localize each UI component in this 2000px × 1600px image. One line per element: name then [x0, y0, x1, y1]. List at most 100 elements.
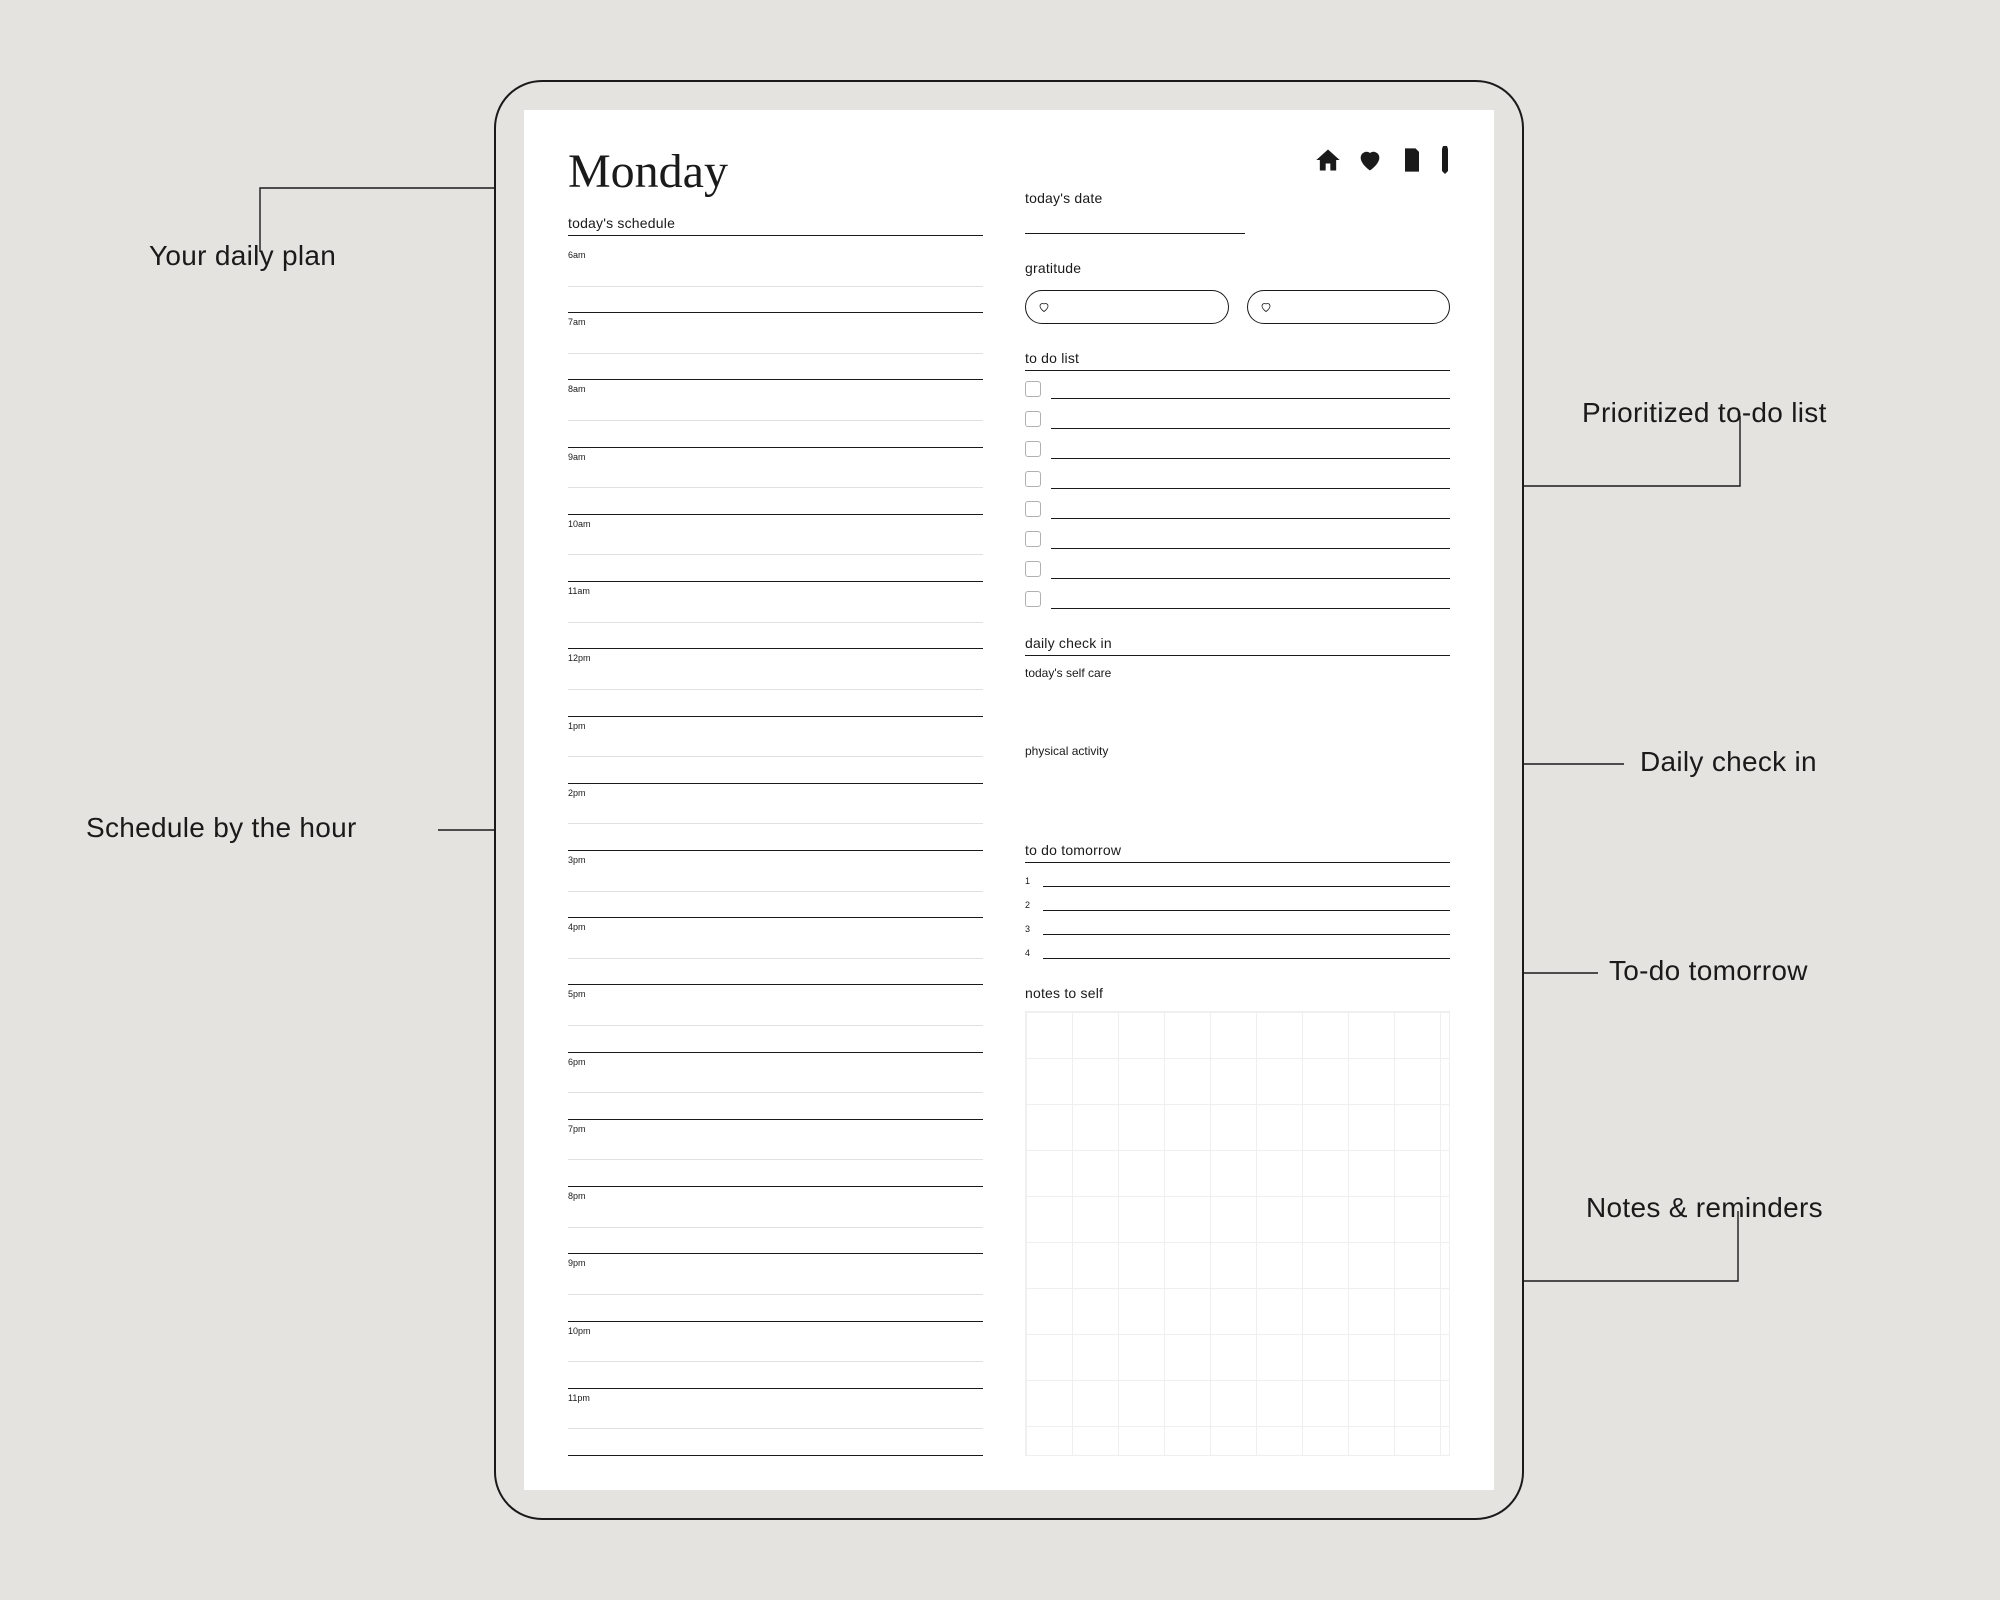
- left-column: Monday today's schedule 6am 7am 8am 9am 10am…: [568, 144, 983, 1456]
- hour-row[interactable]: 9pm: [568, 1254, 983, 1321]
- todo-item[interactable]: [1025, 471, 1450, 489]
- tomorrow-item[interactable]: 2: [1025, 899, 1450, 911]
- tomorrow-num: 1: [1025, 876, 1035, 886]
- tomorrow-line[interactable]: [1043, 947, 1450, 959]
- hour-label: 5pm: [568, 989, 983, 999]
- todo-line[interactable]: [1051, 505, 1450, 519]
- tomorrow-num: 2: [1025, 900, 1035, 910]
- todo-item[interactable]: [1025, 501, 1450, 519]
- hour-row[interactable]: 10am: [568, 515, 983, 582]
- todo-item[interactable]: [1025, 381, 1450, 399]
- hour-row[interactable]: 1pm: [568, 717, 983, 784]
- hour-label: 2pm: [568, 788, 983, 798]
- notes-grid[interactable]: [1025, 1011, 1450, 1456]
- physical-field[interactable]: [1025, 758, 1450, 816]
- gratitude-field-2[interactable]: [1247, 290, 1451, 324]
- hour-row[interactable]: 2pm: [568, 784, 983, 851]
- todo-checkbox[interactable]: [1025, 531, 1041, 547]
- todo-line[interactable]: [1051, 595, 1450, 609]
- tomorrow-line[interactable]: [1043, 875, 1450, 887]
- hour-row[interactable]: 8pm: [568, 1187, 983, 1254]
- selfcare-field[interactable]: [1025, 680, 1450, 738]
- schedule-grid[interactable]: 6am 7am 8am 9am 10am 11am 12pm 1pm 2pm 3pm 4pm 5pm 6…: [568, 246, 983, 1456]
- hour-row[interactable]: 7pm: [568, 1120, 983, 1187]
- hour-label: 6pm: [568, 1057, 983, 1067]
- day-title: Monday: [568, 144, 983, 199]
- icon-nav: [1025, 144, 1450, 180]
- hour-label: 10pm: [568, 1326, 983, 1336]
- todo-line[interactable]: [1051, 385, 1450, 399]
- callout-schedule-hour: Schedule by the hour: [86, 812, 357, 844]
- todo-line[interactable]: [1051, 445, 1450, 459]
- date-label: today's date: [1025, 190, 1450, 206]
- callout-daily-plan: Your daily plan: [149, 240, 336, 272]
- todo-checkbox[interactable]: [1025, 381, 1041, 397]
- callout-todo-tomorrow: To-do tomorrow: [1609, 955, 1808, 987]
- gratitude-label: gratitude: [1025, 260, 1450, 276]
- hour-label: 7am: [568, 317, 983, 327]
- callout-priority-todo: Prioritized to-do list: [1582, 397, 1827, 429]
- hour-row[interactable]: 5pm: [568, 985, 983, 1052]
- hour-row[interactable]: 3pm: [568, 851, 983, 918]
- tomorrow-num: 3: [1025, 924, 1035, 934]
- planner-page: Monday today's schedule 6am 7am 8am 9am 10am…: [524, 110, 1494, 1490]
- todo-line[interactable]: [1051, 535, 1450, 549]
- todo-item[interactable]: [1025, 441, 1450, 459]
- hour-row[interactable]: 6am: [568, 246, 983, 313]
- todo-checkbox[interactable]: [1025, 441, 1041, 457]
- callout-daily-checkin: Daily check in: [1640, 746, 1817, 778]
- tomorrow-line[interactable]: [1043, 899, 1450, 911]
- todo-item[interactable]: [1025, 561, 1450, 579]
- todo-item[interactable]: [1025, 591, 1450, 609]
- home-icon[interactable]: [1314, 146, 1342, 179]
- hour-label: 11pm: [568, 1393, 983, 1403]
- todo-item[interactable]: [1025, 411, 1450, 429]
- hour-label: 7pm: [568, 1124, 983, 1134]
- todo-item[interactable]: [1025, 531, 1450, 549]
- todo-checkbox[interactable]: [1025, 501, 1041, 517]
- todo-checkbox[interactable]: [1025, 591, 1041, 607]
- hour-row[interactable]: 11am: [568, 582, 983, 649]
- hour-label: 8am: [568, 384, 983, 394]
- checkin-label: daily check in: [1025, 635, 1450, 656]
- hour-label: 9am: [568, 452, 983, 462]
- hour-row[interactable]: 10pm: [568, 1322, 983, 1389]
- todo-line[interactable]: [1051, 415, 1450, 429]
- hour-row[interactable]: 9am: [568, 448, 983, 515]
- date-input-line[interactable]: [1025, 216, 1245, 234]
- todo-checkbox[interactable]: [1025, 471, 1041, 487]
- tomorrow-line[interactable]: [1043, 923, 1450, 935]
- tomorrow-label: to do tomorrow: [1025, 842, 1450, 863]
- hour-row[interactable]: 12pm: [568, 649, 983, 716]
- todo-line[interactable]: [1051, 565, 1450, 579]
- hour-row[interactable]: 8am: [568, 380, 983, 447]
- hour-label: 11am: [568, 586, 983, 596]
- tomorrow-num: 4: [1025, 948, 1035, 958]
- checkin-physical-label: physical activity: [1025, 744, 1450, 758]
- hour-row[interactable]: 11pm: [568, 1389, 983, 1456]
- tomorrow-item[interactable]: 4: [1025, 947, 1450, 959]
- schedule-label: today's schedule: [568, 215, 983, 236]
- hour-row[interactable]: 7am: [568, 313, 983, 380]
- hour-label: 12pm: [568, 653, 983, 663]
- tomorrow-item[interactable]: 1: [1025, 875, 1450, 887]
- todo-checkbox[interactable]: [1025, 561, 1041, 577]
- hour-row[interactable]: 4pm: [568, 918, 983, 985]
- callout-notes-reminders: Notes & reminders: [1586, 1192, 1823, 1224]
- hour-label: 10am: [568, 519, 983, 529]
- todo-checkbox[interactable]: [1025, 411, 1041, 427]
- pen-icon[interactable]: [1440, 146, 1450, 179]
- checkin-selfcare-label: today's self care: [1025, 666, 1450, 680]
- notes-label: notes to self: [1025, 985, 1450, 1001]
- heart-icon[interactable]: [1356, 146, 1384, 179]
- tomorrow-item[interactable]: 3: [1025, 923, 1450, 935]
- gratitude-field-1[interactable]: [1025, 290, 1229, 324]
- hour-row[interactable]: 6pm: [568, 1053, 983, 1120]
- hour-label: 9pm: [568, 1258, 983, 1268]
- hour-label: 3pm: [568, 855, 983, 865]
- tablet-frame: Monday today's schedule 6am 7am 8am 9am 10am…: [494, 80, 1524, 1520]
- document-icon[interactable]: [1398, 146, 1426, 179]
- hour-label: 8pm: [568, 1191, 983, 1201]
- todo-line[interactable]: [1051, 475, 1450, 489]
- hour-label: 1pm: [568, 721, 983, 731]
